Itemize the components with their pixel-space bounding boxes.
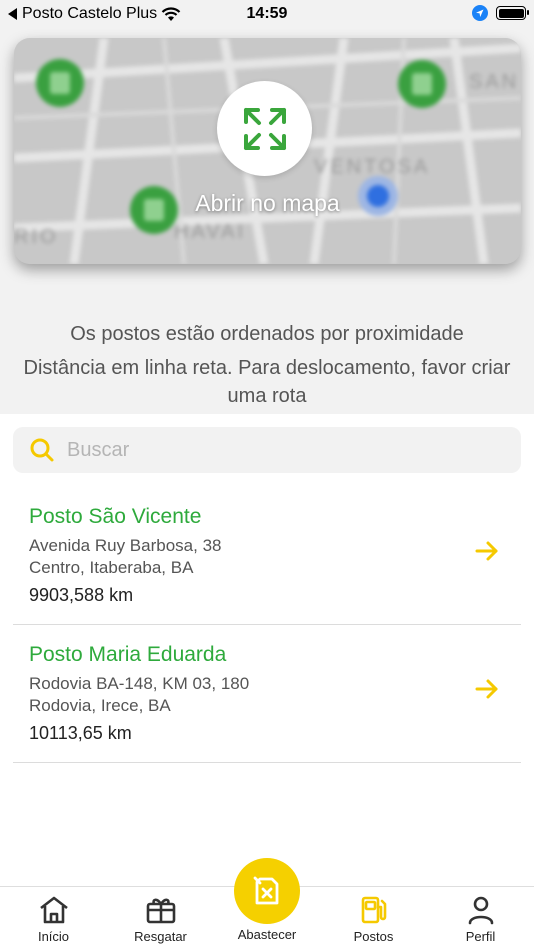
location-icon <box>472 5 488 21</box>
station-address-line2: Centro, Itaberaba, BA <box>29 558 194 577</box>
open-map-label[interactable]: Abrir no mapa <box>14 190 521 217</box>
tab-postos[interactable]: Postos <box>320 887 427 950</box>
tab-resgatar[interactable]: Resgatar <box>107 887 214 950</box>
station-address: Avenida Ruy Barbosa, 38 Centro, Itaberab… <box>29 535 221 579</box>
fuel-can-icon <box>253 876 279 905</box>
svg-text:RIO: RIO <box>14 226 59 248</box>
expand-map-button[interactable] <box>217 81 312 176</box>
svg-text:SAN: SAN <box>469 71 519 93</box>
search-icon <box>30 438 54 462</box>
tab-postos-label: Postos <box>353 929 394 944</box>
tab-perfil[interactable]: Perfil <box>427 887 534 950</box>
station-name: Posto São Vicente <box>29 505 202 528</box>
status-right <box>472 5 529 21</box>
map-section: VENTOSA HAVAI RIO SAN Abrir no mapa Os p… <box>0 28 534 414</box>
status-time: 14:59 <box>246 5 288 22</box>
map-preview-card[interactable]: VENTOSA HAVAI RIO SAN Abrir no mapa <box>14 38 521 264</box>
station-address: Rodovia BA-148, KM 03, 180 Rodovia, Irec… <box>29 673 249 717</box>
svg-text:VENTOSA: VENTOSA <box>314 156 430 178</box>
station-address-line1: Avenida Ruy Barbosa, 38 <box>29 536 222 555</box>
tab-inicio[interactable]: Início <box>0 887 107 950</box>
home-icon <box>39 896 68 924</box>
station-item[interactable]: Posto São Vicente Avenida Ruy Barbosa, 3… <box>13 487 521 625</box>
distance-info-text: Distância em linha reta. Para deslocamen… <box>23 357 511 407</box>
station-address-line2: Rodovia, Irece, BA <box>29 696 171 715</box>
user-icon <box>468 896 493 925</box>
station-distance: 9903,588 km <box>29 585 134 605</box>
expand-arrows-icon <box>243 107 286 150</box>
battery-icon <box>496 6 529 20</box>
search-bar[interactable] <box>13 427 521 473</box>
station-address-line1: Rodovia BA-148, KM 03, 180 <box>29 674 250 693</box>
station-item[interactable]: Posto Maria Eduarda Rodovia BA-148, KM 0… <box>13 625 521 763</box>
search-input[interactable] <box>67 438 487 462</box>
arrow-right-icon[interactable] <box>473 537 501 565</box>
station-distance: 10113,65 km <box>29 723 132 743</box>
tab-inicio-label: Início <box>37 929 70 944</box>
sort-info-text: Os postos estão ordenados por proximidad… <box>70 323 464 345</box>
arrow-right-icon[interactable] <box>473 675 501 703</box>
svg-text:HAVAI: HAVAI <box>174 221 246 243</box>
fuel-pump-icon <box>361 896 386 924</box>
tab-perfil-label: Perfil <box>465 929 496 944</box>
abastecer-button[interactable] <box>234 858 300 924</box>
station-name: Posto Maria Eduarda <box>29 643 227 666</box>
status-bar: Posto Castelo Plus 14:59 <box>0 0 534 28</box>
gift-icon <box>146 898 175 924</box>
tab-resgatar-label: Resgatar <box>134 929 187 944</box>
tab-abastecer-label[interactable]: Abastecer <box>214 927 320 942</box>
